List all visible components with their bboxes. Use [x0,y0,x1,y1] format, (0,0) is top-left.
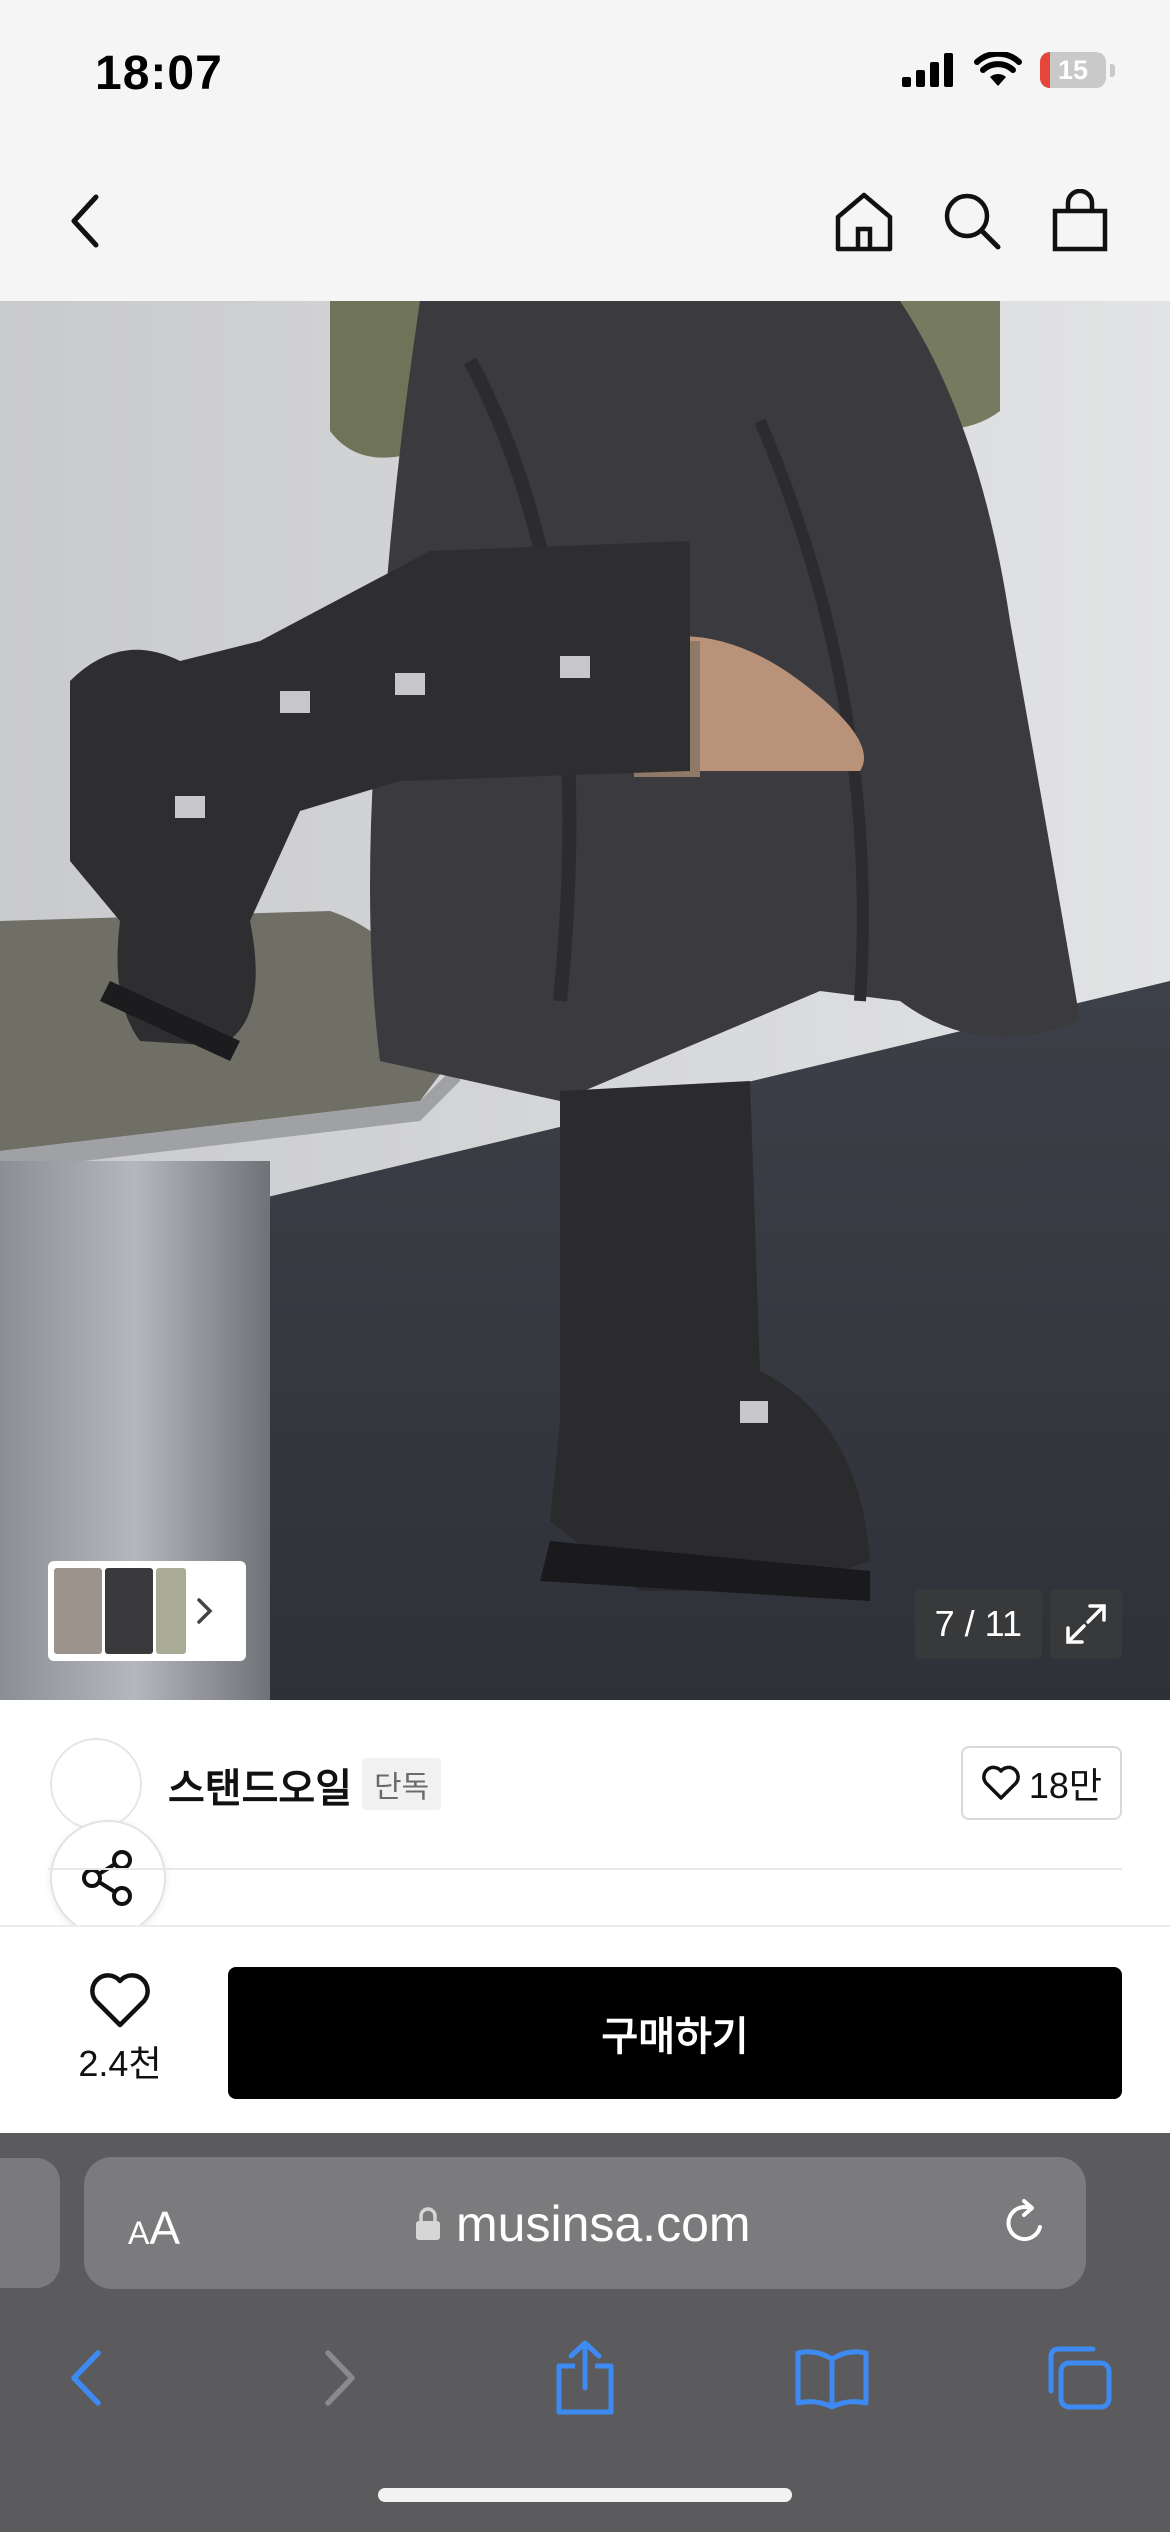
back-icon [71,2350,101,2406]
brand-like-button[interactable]: 18만 [960,1746,1122,1820]
bookmarks-button[interactable] [782,2323,882,2433]
browser-nav-row [0,2323,1170,2433]
purchase-bar: 2.4천 구매하기 [0,1925,1170,2133]
wifi-icon [974,52,1022,86]
brand-logo[interactable] [50,1738,142,1830]
browser-toolbar: AA musinsa.com [0,2133,1170,2532]
tabs-icon [1048,2346,1112,2410]
product-image[interactable]: 7 / 11 [0,301,1170,1700]
status-icons: 15 [902,52,1115,88]
chevron-right-icon[interactable] [189,1594,219,1628]
share-icon [556,2340,614,2415]
battery-cap [1110,63,1115,77]
url-text: musinsa.com [456,2196,751,2252]
status-time: 18:07 [95,47,223,100]
app-header [0,145,1170,301]
forward-icon [325,2350,355,2406]
search-button[interactable] [932,181,1012,261]
wishlist-button[interactable]: 2.4천 [52,1971,188,2087]
image-counter: 7 / 11 [914,1589,1042,1659]
thumbnail-image[interactable] [156,1568,186,1654]
heart-icon [982,1765,1020,1800]
heart-icon [90,1973,150,2028]
browser-forward-button[interactable] [290,2323,390,2433]
lock-icon [416,2207,440,2240]
brand-name[interactable]: 스탠드오일 [168,1756,352,1814]
home-icon [835,192,893,252]
buy-button[interactable]: 구매하기 [228,1967,1122,2099]
fullscreen-button[interactable] [1050,1589,1122,1659]
search-icon [944,193,1001,250]
share-button[interactable] [50,1820,166,1936]
battery-level: 15 [1057,54,1089,85]
home-button[interactable] [824,181,904,261]
brand-row: 스탠드오일 단독 18만 [0,1700,1170,1936]
exclusive-badge: 단독 [362,1758,442,1810]
battery-indicator: 15 [1040,52,1106,88]
browser-share-button[interactable] [535,2323,635,2433]
previous-tab-preview[interactable] [0,2158,60,2288]
expand-icon [1066,1604,1106,1644]
back-arrow-icon [71,194,99,248]
thumbnail-image[interactable] [105,1568,153,1654]
url-display[interactable]: musinsa.com [414,2195,751,2253]
text-size-button[interactable]: AA [128,2201,180,2255]
reload-icon[interactable] [1000,2197,1050,2249]
shopping-bag-icon [1052,189,1108,252]
product-photo [0,301,1170,1700]
tabs-button[interactable] [1030,2323,1130,2433]
divider [48,1868,1122,1870]
battery-fill [1040,52,1050,88]
back-button[interactable] [46,181,126,261]
address-bar[interactable]: AA musinsa.com [84,2157,1086,2289]
wishlist-count: 2.4천 [78,2043,162,2084]
share-icon [82,1850,132,1906]
cart-button[interactable] [1040,181,1120,261]
bookmarks-icon [795,2349,869,2409]
thumbnail-strip[interactable] [48,1561,246,1661]
browser-back-button[interactable] [36,2323,136,2433]
brand-like-count: 18만 [1028,1765,1102,1806]
status-bar: 18:07 15 [0,0,1170,145]
thumbnail-image[interactable] [54,1568,102,1654]
home-indicator[interactable] [378,2488,792,2502]
cellular-signal-icon [902,53,953,87]
